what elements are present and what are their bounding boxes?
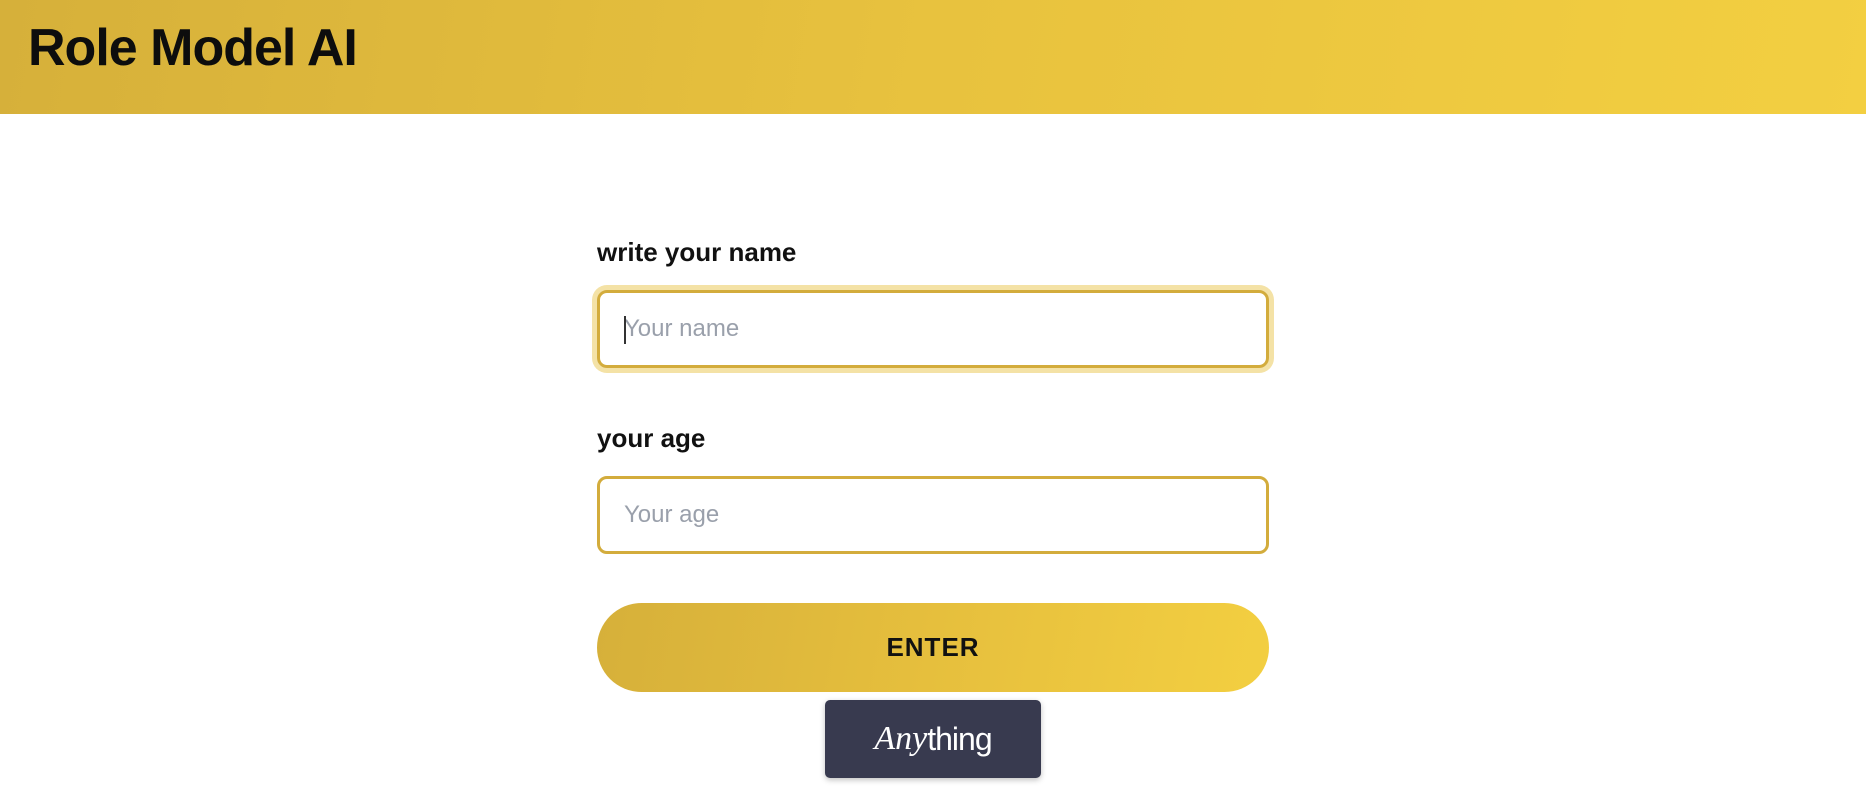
name-label: write your name — [597, 237, 797, 267]
name-field-wrapper — [597, 290, 1269, 368]
badge-italic-text: Any — [874, 720, 928, 757]
app-title: Role Model AI — [28, 19, 358, 77]
app-header: Role Model AI — [0, 0, 1866, 114]
enter-button[interactable]: ENTER — [597, 603, 1269, 692]
name-input[interactable] — [597, 290, 1269, 368]
age-label: your age — [597, 423, 706, 453]
badge-rest-text: thing — [927, 720, 992, 757]
anything-badge[interactable]: Any thing — [825, 700, 1041, 778]
age-field-wrapper — [597, 476, 1269, 554]
age-input[interactable] — [597, 476, 1269, 554]
text-cursor — [624, 316, 626, 344]
